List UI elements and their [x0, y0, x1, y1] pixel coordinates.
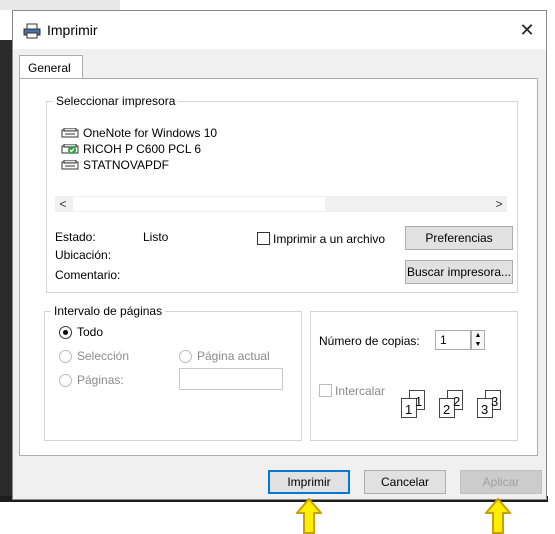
collate-number: 3: [491, 394, 499, 409]
printer-name: STATNOVAPDF: [83, 158, 170, 172]
radio-all-label[interactable]: Todo: [77, 325, 103, 339]
status-value: Listo: [143, 230, 169, 244]
arrow-up-icon: [296, 498, 322, 534]
printer-item-statnova[interactable]: STATNOVAPDF: [61, 158, 169, 172]
print-button[interactable]: Imprimir: [268, 470, 350, 494]
comment-label: Comentario:: [55, 268, 121, 282]
collate-label[interactable]: Intercalar: [335, 384, 385, 398]
copies-value: 1: [440, 333, 447, 347]
collate-number: 2: [443, 402, 451, 417]
printer-icon: [61, 127, 79, 137]
copies-group: Número de copias: 1 ▲ ▼ Intercalar 1 1 2 …: [310, 311, 518, 441]
page-range-group: Intervalo de páginas Todo Selección Pági…: [44, 304, 302, 441]
printer-list-scrollbar[interactable]: < >: [55, 196, 507, 212]
copies-spinner[interactable]: ▲ ▼: [471, 330, 485, 350]
radio-selection-label[interactable]: Selección: [77, 349, 129, 363]
printer-name: OneNote for Windows 10: [83, 126, 218, 140]
scroll-right-button[interactable]: >: [491, 196, 507, 212]
scroll-thumb[interactable]: [73, 197, 325, 211]
radio-current-page[interactable]: [179, 350, 192, 363]
collate-number: 2: [453, 394, 461, 409]
radio-selection[interactable]: [59, 350, 72, 363]
print-dialog: Imprimir ✕ General Seleccionar impresora…: [12, 10, 547, 500]
collate-number: 1: [415, 394, 423, 409]
printer-icon: [23, 23, 41, 39]
scroll-left-button[interactable]: <: [55, 196, 71, 212]
background-window-edge-left: [0, 40, 12, 496]
printer-name: RICOH P C600 PCL 6: [83, 142, 202, 156]
printer-group-legend: Seleccionar impresora: [53, 94, 179, 108]
radio-current-page-label[interactable]: Página actual: [197, 349, 270, 363]
radio-pages[interactable]: [59, 374, 72, 387]
cancel-button[interactable]: Cancelar: [364, 470, 446, 494]
window-title: Imprimir: [47, 22, 98, 38]
arrow-up-icon: [485, 498, 511, 534]
printer-item-onenote[interactable]: OneNote for Windows 10: [61, 126, 217, 140]
copies-input[interactable]: 1: [435, 330, 471, 350]
status-label: Estado:: [55, 230, 96, 244]
printer-icon: [61, 159, 79, 169]
collate-checkbox[interactable]: [319, 384, 332, 397]
tab-general[interactable]: General: [19, 55, 83, 79]
printer-group: Seleccionar impresora OneNote for Window…: [46, 94, 518, 293]
apply-button[interactable]: Aplicar: [460, 470, 542, 494]
location-label: Ubicación:: [55, 248, 112, 262]
print-to-file-checkbox[interactable]: [257, 232, 270, 245]
general-panel: Seleccionar impresora OneNote for Window…: [19, 78, 538, 456]
collate-illustration: 1 1 2 2 3 3: [399, 384, 515, 432]
preferences-button[interactable]: Preferencias: [405, 226, 513, 250]
title-bar[interactable]: Imprimir ✕: [13, 11, 546, 49]
find-printer-button[interactable]: Buscar impresora...: [405, 260, 513, 284]
radio-all[interactable]: [59, 326, 72, 339]
background-window-top: [0, 0, 120, 10]
page-range-legend: Intervalo de páginas: [51, 304, 166, 318]
close-button[interactable]: ✕: [516, 19, 538, 41]
copies-label: Número de copias:: [319, 334, 420, 348]
radio-pages-label[interactable]: Páginas:: [77, 373, 124, 387]
print-to-file-label[interactable]: Imprimir a un archivo: [273, 232, 385, 246]
printer-item-ricoh[interactable]: RICOH P C600 PCL 6: [61, 142, 201, 156]
collate-number: 3: [481, 402, 489, 417]
printer-check-icon: [61, 143, 79, 154]
pages-input[interactable]: [179, 368, 283, 390]
collate-number: 1: [405, 402, 413, 417]
